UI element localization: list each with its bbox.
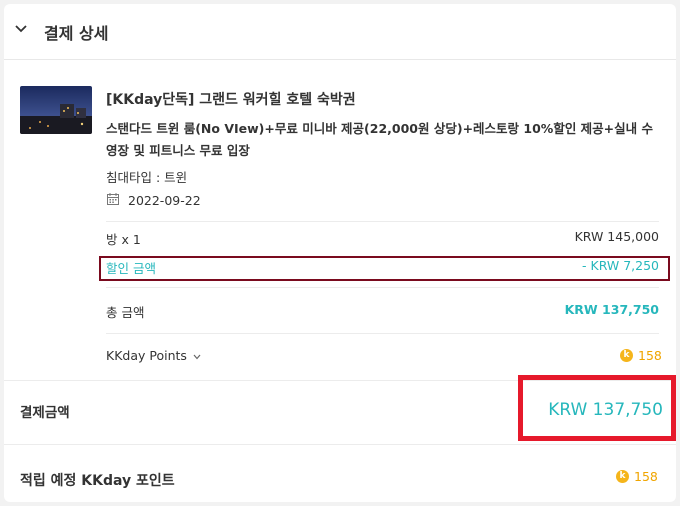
chevron-down-icon[interactable]: [14, 24, 28, 34]
total-label: 총 금액: [106, 305, 145, 320]
points-label: KKday Points: [106, 348, 187, 363]
divider: [106, 221, 659, 222]
product-option: 스탠다드 트윈 룸(No VIew)+무료 미니바 제공(22,000원 상당)…: [106, 121, 653, 158]
points-value: 158: [638, 348, 662, 363]
section-title: 결제 상세: [44, 24, 109, 43]
divider: [106, 333, 659, 334]
product-title[interactable]: [KKday단독] 그랜드 워커힐 호텔 숙박권: [106, 89, 356, 109]
chevron-down-icon: [193, 354, 201, 359]
discount-label: 할인 금액: [106, 261, 156, 276]
earn-points-value: 158: [634, 469, 658, 484]
kkday-coin-icon: k: [616, 470, 629, 483]
travel-date: 2022-09-22: [128, 193, 201, 208]
kkday-points-toggle[interactable]: KKday Points: [106, 348, 201, 363]
divider: [4, 444, 676, 445]
divider: [106, 287, 659, 288]
discount-value: - KRW 7,250: [582, 258, 659, 273]
kkday-coin-icon: k: [620, 349, 633, 362]
payment-amount-value: KRW 137,750: [548, 400, 663, 420]
total-value: KRW 137,750: [564, 302, 659, 317]
payment-detail-header[interactable]: 결제 상세: [4, 4, 676, 60]
room-price: KRW 145,000: [574, 229, 659, 244]
product-thumbnail: [20, 86, 92, 134]
payment-amount-label: 결제금액: [20, 405, 70, 421]
room-count-label: 방 x 1: [106, 232, 141, 247]
bed-type: 침대타입 : 트윈: [106, 170, 188, 185]
calendar-icon: [107, 193, 119, 205]
earn-points-label: 적립 예정 KKday 포인트: [20, 473, 175, 489]
